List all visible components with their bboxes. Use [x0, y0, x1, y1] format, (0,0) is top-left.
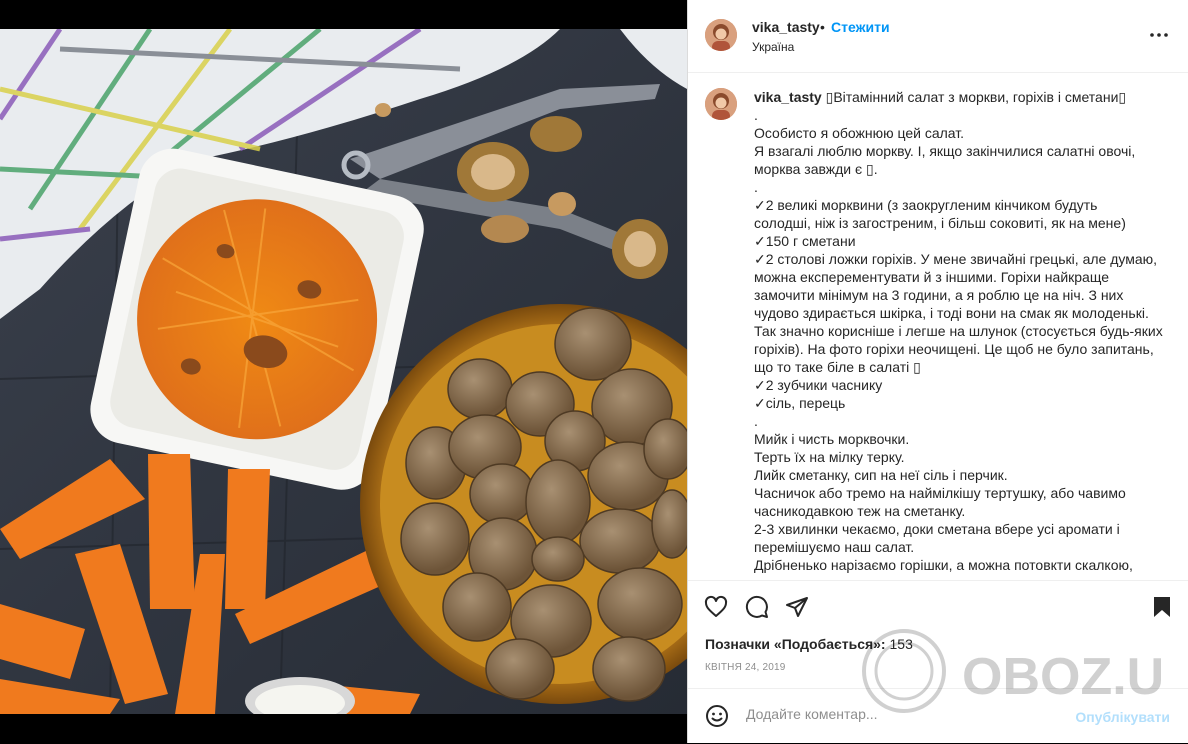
caption-line: ✓2 столові ложки горіхів. У мене звичайн… [754, 251, 1158, 267]
caption-line: часникодавкою теж на сметанку. [754, 503, 966, 519]
share-send-icon[interactable] [785, 595, 809, 624]
header-separator: • [820, 19, 825, 35]
author-avatar[interactable] [705, 19, 737, 51]
author-username[interactable]: vika_tasty [752, 19, 820, 35]
caption-line: Терть їх на мілку терку. [754, 449, 905, 465]
post-location[interactable]: Україна [752, 40, 794, 54]
caption-line: ✓2 великі морквини (з заокругленим кінчи… [754, 197, 1098, 213]
post-caption: vika_tasty ▯Вітамінний салат з моркви, г… [754, 88, 1164, 574]
caption-line: 2-3 хвилинки чекаємо, доки сметана вбере… [754, 521, 1120, 537]
post-header: vika_tasty • Стежити Україна [688, 0, 1188, 73]
like-heart-icon[interactable] [704, 595, 728, 624]
caption-line: Я взагалі люблю моркву. І, якщо закінчил… [754, 143, 1136, 159]
caption-line: . [754, 107, 758, 123]
caption-line: що то таке біле в салаті ▯ [754, 359, 921, 375]
save-bookmark-icon[interactable] [1150, 595, 1174, 624]
emoji-icon[interactable] [705, 704, 729, 733]
caption-line: Часничок або тремо на наймілкішу тертушк… [754, 485, 1126, 501]
caption-line: ✓сіль, перець [754, 395, 846, 411]
likes-label: Позначки «Подобається»: [705, 636, 886, 652]
caption-username[interactable]: vika_tasty [754, 89, 822, 105]
caption-line: ✓150 г сметани [754, 233, 856, 249]
watermark-logo: OBOZ.UA [862, 629, 1188, 713]
post-date[interactable]: КВІТНЯ 24, 2019 [705, 662, 786, 673]
caption-line: ✓2 зубчики часнику [754, 377, 883, 393]
caption-line: Дрібненько нарізаємо горішки, а можна по… [754, 557, 1133, 573]
avatar-portrait-icon [705, 88, 737, 120]
comment-icon[interactable] [745, 595, 769, 624]
caption-line: Так значно корисніше і легше на шлунок (… [754, 323, 1163, 339]
caption-line: можна експерементувати й з іншими. Горіх… [754, 269, 1109, 285]
caption-line: . [754, 413, 758, 429]
caption-line: vika_tasty ▯Вітамінний салат з моркви, г… [754, 88, 1164, 106]
more-options-icon[interactable] [1148, 24, 1170, 46]
avatar-portrait-icon [705, 19, 737, 51]
caption-line: солодші, ніж із загостреним, і більш сок… [754, 215, 1126, 231]
follow-button[interactable]: Стежити [831, 19, 890, 35]
post-photo[interactable] [0, 29, 687, 714]
watermark: OBOZ.UA [862, 626, 1188, 726]
watermark-text: OBOZ.UA [962, 648, 1162, 706]
caption-text: ▯Вітамінний салат з моркви, горіхів і см… [825, 89, 1127, 105]
caption-line: горіхів). На фото горіхи неочищені. Це щ… [754, 341, 1154, 357]
food-photo-illustration [0, 29, 687, 714]
caption-line: перемішуємо наш салат. [754, 539, 915, 555]
caption-line: Мийк і чисть морквочки. [754, 431, 910, 447]
caption-avatar[interactable] [705, 88, 737, 120]
caption-line: замочити мінімум на 3 години, а я роблю … [754, 287, 1124, 303]
caption-line: Особисто я обожнюю цей салат. [754, 125, 965, 141]
caption-line: Лийк сметанку, сип на неї сіль і перчик. [754, 467, 1008, 483]
caption-line: чудово здирається шкірка, і тоді вони на… [754, 305, 1149, 321]
caption-line: морква завжди є ▯. [754, 161, 878, 177]
caption-line: . [754, 179, 758, 195]
